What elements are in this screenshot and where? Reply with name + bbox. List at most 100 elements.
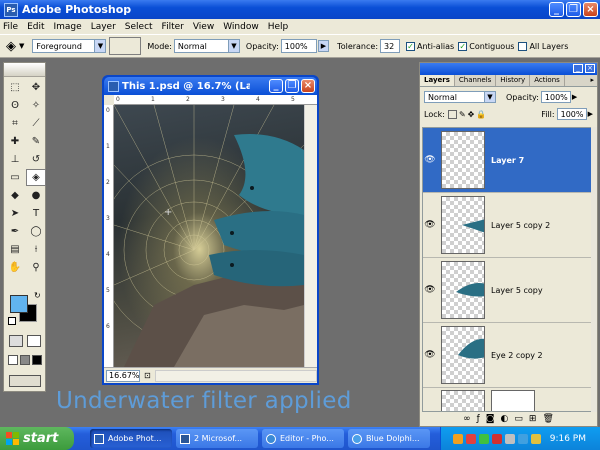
quick-mask-mode-icon[interactable] [27, 335, 41, 347]
layer-row-partial[interactable] [423, 388, 591, 411]
type-tool-icon[interactable]: T [26, 205, 46, 222]
eyedropper-tool-icon[interactable]: ⟊ [26, 241, 46, 258]
clone-stamp-tool-icon[interactable]: ⊥ [5, 151, 25, 168]
menu-edit[interactable]: Edit [27, 22, 44, 32]
minimize-button[interactable]: _ [549, 2, 564, 17]
new-adjustment-layer-icon[interactable]: ◐ [501, 414, 509, 424]
vertical-scrollbar[interactable] [304, 105, 317, 367]
move-tool-icon[interactable]: ✥ [26, 79, 46, 96]
lasso-tool-icon[interactable]: ʘ [5, 97, 25, 114]
layer-row-layer-5-copy-2[interactable]: 👁 Layer 5 copy 2 [423, 193, 591, 258]
layer-opacity-input[interactable]: 100% [540, 91, 571, 103]
tray-messenger-icon[interactable] [517, 433, 528, 444]
taskbar-item-editor[interactable]: Editor - Pho... [262, 429, 344, 448]
document-minimize-button[interactable]: _ [269, 79, 283, 93]
opacity-slider-arrow-icon[interactable]: ▶ [572, 93, 577, 101]
pen-tool-icon[interactable]: ✒ [5, 223, 25, 240]
layer-row-eye-2-copy-2[interactable]: 👁 Eye 2 copy 2 [423, 323, 591, 388]
app-title-bar[interactable]: Ps Adobe Photoshop _ ❐ × [0, 0, 600, 19]
healing-brush-tool-icon[interactable]: ✚ [5, 133, 25, 150]
screen-mode-menu-icon[interactable] [20, 355, 30, 365]
swap-colors-icon[interactable]: ↻ [34, 291, 41, 300]
menu-image[interactable]: Image [54, 22, 82, 32]
tray-volume-icon[interactable] [504, 433, 515, 444]
eraser-tool-icon[interactable]: ▭ [5, 169, 25, 186]
image-canvas[interactable]: + [114, 105, 304, 367]
standard-mode-icon[interactable] [9, 335, 23, 347]
paint-bucket-tool-icon[interactable]: ◈ [6, 39, 16, 54]
tolerance-input[interactable]: 32 [380, 39, 401, 53]
brush-tool-icon[interactable]: ✎ [26, 133, 46, 150]
path-selection-tool-icon[interactable]: ➤ [5, 205, 25, 222]
fill-input[interactable]: 100% [556, 108, 587, 120]
opacity-slider-arrow-icon[interactable]: ▶ [317, 40, 330, 52]
eye-icon[interactable]: 👁 [423, 350, 437, 360]
history-brush-tool-icon[interactable]: ↺ [26, 151, 46, 168]
tab-history[interactable]: History [496, 75, 531, 86]
screen-mode-standard-icon[interactable] [8, 355, 18, 365]
tab-actions[interactable]: Actions [530, 75, 565, 86]
palette-close-button[interactable]: × [585, 64, 595, 73]
default-colors-icon[interactable] [8, 317, 16, 325]
eye-icon[interactable]: 👁 [423, 220, 437, 230]
status-menu-icon[interactable]: ⊡ [144, 371, 151, 380]
dodge-tool-icon[interactable]: ● [26, 187, 46, 204]
tray-app-icon[interactable] [452, 433, 463, 444]
jump-to-imageready-icon[interactable] [9, 375, 41, 387]
horizontal-ruler[interactable]: 0 1 2 3 4 5 [114, 95, 317, 105]
eye-icon[interactable]: 👁 [423, 155, 437, 165]
trash-icon[interactable]: 🗑 [542, 414, 553, 424]
pattern-picker[interactable] [109, 37, 142, 55]
layer-row-layer-5-copy[interactable]: 👁 Layer 5 copy [423, 258, 591, 323]
paint-bucket-tool-icon[interactable]: ◈ [26, 169, 46, 186]
menu-filter[interactable]: Filter [162, 22, 184, 32]
lock-transparency-icon[interactable] [447, 109, 457, 119]
clock[interactable]: 9:16 PM [550, 434, 586, 444]
hand-tool-icon[interactable]: ✋ [5, 259, 25, 276]
marquee-tool-icon[interactable]: ⬚ [5, 79, 25, 96]
slice-tool-icon[interactable]: ⟋ [26, 115, 46, 132]
tab-layers[interactable]: Layers [420, 75, 455, 86]
menu-window[interactable]: Window [223, 22, 259, 32]
menu-view[interactable]: View [193, 22, 214, 32]
lock-pixels-icon[interactable]: ✎ [459, 110, 466, 119]
fill-source-select[interactable]: Foreground ▼ [32, 39, 107, 53]
palette-title-bar[interactable]: _ × [420, 63, 597, 75]
tray-update-icon[interactable] [530, 433, 541, 444]
restore-button[interactable]: ❐ [566, 2, 581, 17]
vertical-ruler[interactable]: 0 1 2 3 4 5 6 [104, 105, 114, 367]
tray-network-icon[interactable] [478, 433, 489, 444]
fill-slider-arrow-icon[interactable]: ▶ [588, 110, 593, 118]
tool-preset-arrow-icon[interactable]: ▼ [19, 42, 24, 50]
close-button[interactable]: × [583, 2, 598, 17]
zoom-tool-icon[interactable]: ⚲ [26, 259, 46, 276]
new-layer-icon[interactable]: ⊞ [529, 414, 537, 424]
eye-icon[interactable]: 👁 [423, 285, 437, 295]
tray-shield-icon[interactable] [465, 433, 476, 444]
document-restore-button[interactable]: ❐ [285, 79, 299, 93]
shape-tool-icon[interactable]: ◯ [26, 223, 46, 240]
all-layers-checkbox[interactable] [518, 41, 528, 51]
toolbox-header[interactable] [4, 63, 45, 77]
screen-mode-full-icon[interactable] [32, 355, 42, 365]
taskbar-item-word[interactable]: 2 Microsof... [176, 429, 258, 448]
notes-tool-icon[interactable]: ▤ [5, 241, 25, 258]
add-mask-icon[interactable]: ◙ [486, 414, 495, 424]
layer-style-icon[interactable]: ƒ [477, 414, 480, 424]
zoom-level-field[interactable]: 16.67% [106, 369, 140, 382]
menu-layer[interactable]: Layer [91, 22, 116, 32]
horizontal-scrollbar[interactable] [154, 369, 317, 382]
anti-alias-checkbox[interactable]: ✓ [406, 41, 416, 51]
layers-scrollbar[interactable] [591, 127, 597, 412]
tab-channels[interactable]: Channels [455, 75, 497, 86]
taskbar-item-blue-dolphin[interactable]: Blue Dolphi... [348, 429, 430, 448]
menu-select[interactable]: Select [125, 22, 153, 32]
lock-all-icon[interactable]: 🔒 [476, 110, 486, 119]
start-button[interactable]: start [0, 427, 74, 450]
foreground-color-swatch[interactable] [10, 295, 28, 313]
document-close-button[interactable]: × [301, 79, 315, 93]
new-group-icon[interactable]: ▭ [514, 414, 523, 424]
opacity-input[interactable]: 100% [280, 39, 317, 53]
contiguous-checkbox[interactable]: ✓ [458, 41, 468, 51]
menu-help[interactable]: Help [268, 22, 289, 32]
